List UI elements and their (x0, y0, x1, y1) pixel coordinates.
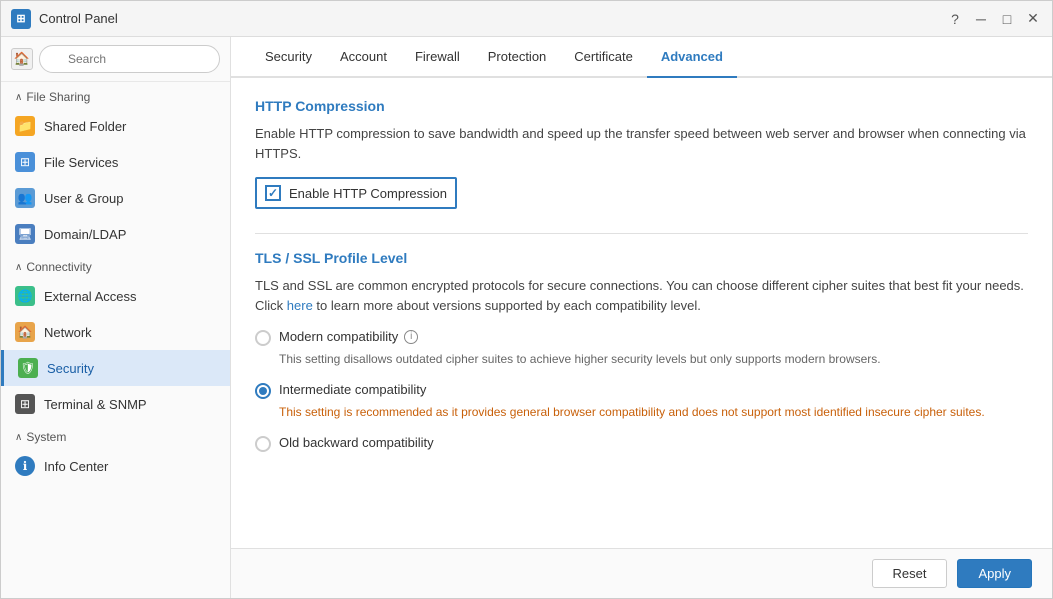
section-label-connectivity: Connectivity (26, 260, 91, 274)
control-panel-window: ⊞ Control Panel ? ─ □ ✕ 🏠 ∧ File Sharing (0, 0, 1053, 599)
section-header-system[interactable]: ∧ System (1, 422, 230, 448)
section-header-file-sharing[interactable]: ∧ File Sharing (1, 82, 230, 108)
sidebar: 🏠 ∧ File Sharing 📁 Shared Folder ⊞ File … (1, 37, 231, 598)
maximize-button[interactable]: □ (998, 10, 1016, 28)
search-wrap (39, 45, 220, 73)
radio-intermediate-label: Intermediate compatibility (279, 382, 426, 397)
footer-bar: Reset Apply (231, 548, 1052, 598)
section-divider (255, 233, 1028, 234)
main-body: 🏠 ∧ File Sharing 📁 Shared Folder ⊞ File … (1, 37, 1052, 598)
modern-info-icon[interactable]: i (404, 330, 418, 344)
radio-intermediate[interactable] (255, 383, 271, 399)
radio-row-old: Old backward compatibility (255, 435, 1028, 452)
sidebar-label-file-services: File Services (44, 155, 118, 170)
title-bar: ⊞ Control Panel ? ─ □ ✕ (1, 1, 1052, 37)
http-compression-label: Enable HTTP Compression (289, 186, 447, 201)
sidebar-label-security: Security (47, 361, 94, 376)
sidebar-item-external-access[interactable]: 🌐 External Access (1, 278, 230, 314)
tls-ssl-desc: TLS and SSL are common encrypted protoco… (255, 276, 1028, 315)
radio-row-modern: Modern compatibility i (255, 329, 1028, 346)
domain-icon: 🖥 (15, 224, 35, 244)
http-compression-desc: Enable HTTP compression to save bandwidt… (255, 124, 1028, 163)
section-label-file-sharing: File Sharing (26, 90, 90, 104)
sidebar-item-terminal-snmp[interactable]: ⊞ Terminal & SNMP (1, 386, 230, 422)
radio-modern-label: Modern compatibility i (279, 329, 418, 344)
enable-http-compression-row[interactable]: Enable HTTP Compression (255, 177, 457, 209)
users-icon: 👥 (15, 188, 35, 208)
sidebar-label-info-center: Info Center (44, 459, 108, 474)
home-icon[interactable]: 🏠 (11, 48, 33, 70)
sidebar-label-shared-folder: Shared Folder (44, 119, 126, 134)
tab-account[interactable]: Account (326, 37, 401, 78)
window-title: Control Panel (39, 11, 946, 26)
folder-icon: 📁 (15, 116, 35, 136)
section-header-connectivity[interactable]: ∧ Connectivity (1, 252, 230, 278)
sidebar-item-domain-ldap[interactable]: 🖥 Domain/LDAP (1, 216, 230, 252)
window-controls: ? ─ □ ✕ (946, 10, 1042, 28)
external-access-icon: 🌐 (15, 286, 35, 306)
radio-old-label: Old backward compatibility (279, 435, 434, 450)
tab-certificate[interactable]: Certificate (560, 37, 647, 78)
reset-button[interactable]: Reset (872, 559, 948, 588)
sidebar-item-user-group[interactable]: 👥 User & Group (1, 180, 230, 216)
modern-desc: This setting disallows outdated cipher s… (279, 350, 1028, 368)
sidebar-item-file-services[interactable]: ⊞ File Services (1, 144, 230, 180)
files-icon: ⊞ (15, 152, 35, 172)
radio-old-text: Old backward compatibility (279, 435, 434, 450)
sidebar-label-terminal-snmp: Terminal & SNMP (44, 397, 147, 412)
content-panel: Security Account Firewall Protection Cer… (231, 37, 1052, 598)
sidebar-label-network: Network (44, 325, 92, 340)
radio-old[interactable] (255, 436, 271, 452)
close-button[interactable]: ✕ (1024, 10, 1042, 28)
caret-icon-system: ∧ (15, 432, 22, 443)
minimize-button[interactable]: ─ (972, 10, 990, 28)
apply-button[interactable]: Apply (957, 559, 1032, 588)
sidebar-item-shared-folder[interactable]: 📁 Shared Folder (1, 108, 230, 144)
terminal-icon: ⊞ (15, 394, 35, 414)
sidebar-label-user-group: User & Group (44, 191, 123, 206)
security-icon: 🛡 (18, 358, 38, 378)
intermediate-desc: This setting is recommended as it provid… (279, 403, 1028, 421)
help-button[interactable]: ? (946, 10, 964, 28)
radio-intermediate-text: Intermediate compatibility (279, 382, 426, 397)
network-icon: 🏠 (15, 322, 35, 342)
tls-desc-part2: to learn more about versions supported b… (313, 298, 701, 313)
radio-row-intermediate: Intermediate compatibility (255, 382, 1028, 399)
tab-firewall[interactable]: Firewall (401, 37, 474, 78)
http-compression-title: HTTP Compression (255, 98, 1028, 114)
tabs-bar: Security Account Firewall Protection Cer… (231, 37, 1052, 78)
tls-ssl-title: TLS / SSL Profile Level (255, 250, 1028, 266)
search-input[interactable] (39, 45, 220, 73)
section-label-system: System (26, 430, 66, 444)
tab-protection[interactable]: Protection (474, 37, 561, 78)
http-compression-checkbox[interactable] (265, 185, 281, 201)
tab-advanced[interactable]: Advanced (647, 37, 737, 78)
sidebar-item-info-center[interactable]: ℹ Info Center (1, 448, 230, 484)
tab-security[interactable]: Security (251, 37, 326, 78)
radio-modern[interactable] (255, 330, 271, 346)
radio-modern-text: Modern compatibility (279, 329, 398, 344)
sidebar-label-domain-ldap: Domain/LDAP (44, 227, 126, 242)
content-area: HTTP Compression Enable HTTP compression… (231, 78, 1052, 548)
app-icon: ⊞ (11, 9, 31, 29)
sidebar-item-network[interactable]: 🏠 Network (1, 314, 230, 350)
tls-desc-link[interactable]: here (287, 298, 313, 313)
sidebar-label-external-access: External Access (44, 289, 137, 304)
sidebar-item-security[interactable]: 🛡 Security (1, 350, 230, 386)
caret-icon-connectivity: ∧ (15, 262, 22, 273)
info-center-icon: ℹ (15, 456, 35, 476)
caret-icon: ∧ (15, 92, 22, 103)
